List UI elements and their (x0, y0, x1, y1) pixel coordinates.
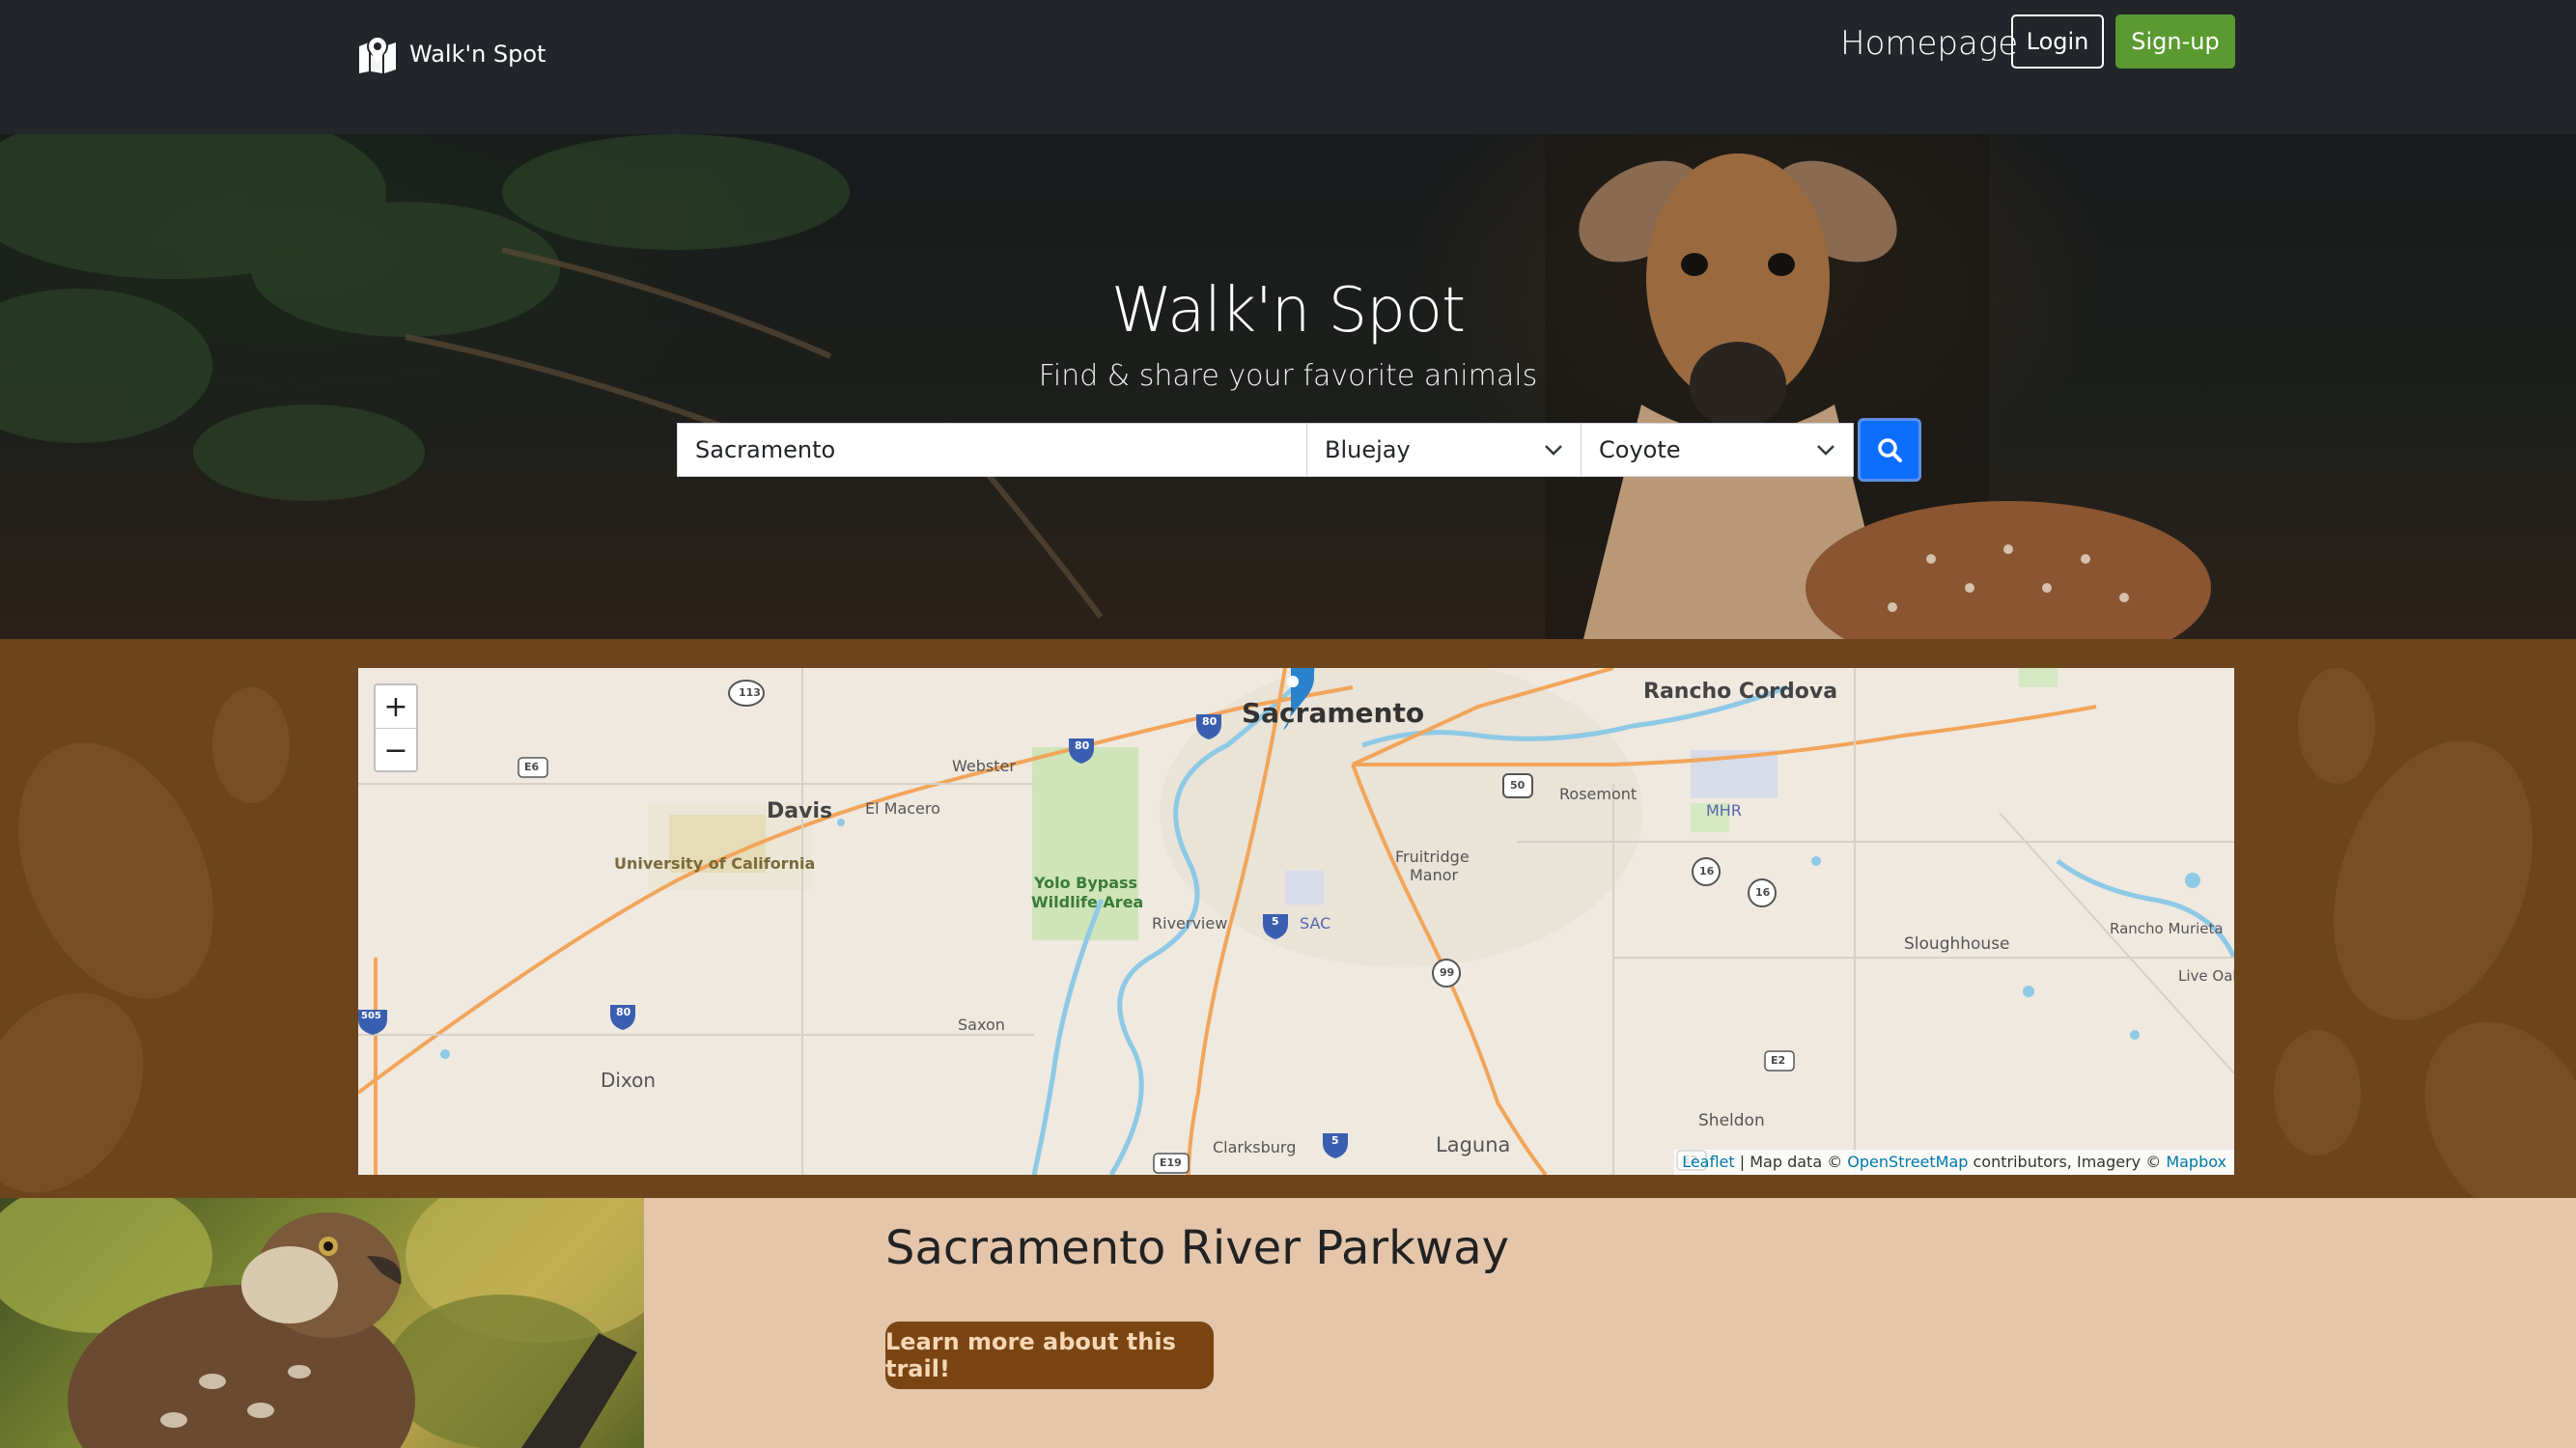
label-clarksburg: Clarksburg (1213, 1138, 1297, 1156)
animal-select-1-value: Bluejay (1325, 436, 1411, 463)
hero-title: Walk'n Spot (1110, 275, 1466, 347)
chevron-down-icon (1817, 445, 1834, 456)
signup-button[interactable]: Sign-up (2115, 14, 2235, 69)
animal-select-2[interactable]: Coyote (1582, 423, 1854, 477)
chevron-down-icon (1545, 445, 1562, 456)
shield-113: 113 (739, 686, 761, 699)
hawk-image (0, 1198, 644, 1448)
attribution-text-2: contributors, Imagery © (1968, 1153, 2167, 1171)
mapbox-link[interactable]: Mapbox (2166, 1153, 2226, 1171)
shield-5-b: 5 (1331, 1134, 1339, 1147)
trail-title: Sacramento River Parkway (885, 1221, 1510, 1275)
hero-banner: Walk'n Spot Find & share your favorite a… (0, 134, 2576, 639)
location-input[interactable] (677, 423, 1307, 477)
label-manor: Manor (1410, 866, 1459, 884)
login-button[interactable]: Login (2011, 14, 2104, 69)
homepage-link[interactable]: Homepage (1840, 21, 2018, 66)
label-sloughhouse: Sloughhouse (1904, 934, 2010, 954)
label-rosemont: Rosemont (1559, 785, 1638, 803)
shield-16-b: 16 (1755, 886, 1771, 899)
label-mhr: MHR (1706, 801, 1742, 820)
hero-subtitle: Find & share your favorite animals (1038, 359, 1538, 393)
search-form: Bluejay Coyote (677, 418, 1921, 482)
map-attribution: Leaflet | Map data © OpenStreetMap contr… (1674, 1150, 2234, 1175)
label-webster: Webster (952, 757, 1016, 775)
label-el-macero: El Macero (865, 799, 940, 818)
label-sacramento: Sacramento (1242, 697, 1425, 729)
zoom-control: + − (374, 683, 418, 772)
label-sac: SAC (1300, 914, 1331, 933)
label-yolo: Yolo Bypass (1034, 874, 1138, 892)
label-davis: Davis (767, 799, 833, 823)
label-laguna: Laguna (1436, 1133, 1511, 1156)
label-riverview: Riverview (1152, 914, 1228, 933)
map-section: 113 E6 80 80 80 5 5 505 50 16 16 99 E2 E… (0, 639, 2576, 1198)
openstreetmap-link[interactable]: OpenStreetMap (1847, 1153, 1968, 1171)
label-fruitridge: Fruitridge (1395, 848, 1470, 866)
label-saxon: Saxon (958, 1016, 1005, 1034)
search-button[interactable] (1858, 418, 1921, 482)
shield-e6: E6 (524, 761, 540, 773)
shield-5-a: 5 (1272, 915, 1279, 928)
animal-select-1[interactable]: Bluejay (1307, 423, 1582, 477)
trail-card: Sacramento River Parkway Learn more abou… (0, 1198, 2576, 1448)
shield-80-b: 80 (1202, 715, 1218, 728)
shield-16-a: 16 (1699, 865, 1715, 877)
label-rancho-cordova: Rancho Cordova (1643, 680, 1838, 704)
shield-99: 99 (1440, 966, 1455, 979)
zoom-out-button[interactable]: − (376, 729, 416, 771)
label-wildlife: Wildlife Area (1031, 893, 1144, 911)
map-view[interactable]: 113 E6 80 80 80 5 5 505 50 16 16 99 E2 E… (358, 668, 2234, 1175)
trail-image (0, 1198, 644, 1448)
shield-e19: E19 (1160, 1156, 1182, 1169)
shield-505: 505 (361, 1011, 381, 1021)
label-dixon: Dixon (601, 1069, 657, 1092)
attribution-text-1: | Map data © (1734, 1153, 1848, 1171)
zoom-in-button[interactable]: + (376, 685, 416, 729)
shield-80-c: 80 (616, 1006, 631, 1018)
map-tiles (358, 668, 2234, 1175)
label-rancho-murieta: Rancho Murieta (2110, 920, 2224, 937)
map-pin-icon (359, 36, 396, 73)
label-live-oak: Live Oak (2178, 967, 2234, 985)
shield-50: 50 (1510, 779, 1526, 792)
brand-name: Walk'n Spot (409, 41, 546, 68)
learn-more-button[interactable]: Learn more about this trail! (885, 1322, 1214, 1389)
brand-link[interactable]: Walk'n Spot (357, 35, 546, 73)
leaflet-link[interactable]: Leaflet (1682, 1153, 1734, 1171)
label-sheldon: Sheldon (1698, 1111, 1765, 1130)
shield-e2-a: E2 (1771, 1054, 1786, 1067)
shield-80-a: 80 (1075, 739, 1090, 752)
animal-select-2-value: Coyote (1599, 436, 1681, 463)
label-university: University of California (614, 854, 816, 873)
search-icon (1878, 438, 1902, 462)
navbar: Walk'n Spot Homepage Login Sign-up (0, 0, 2576, 134)
